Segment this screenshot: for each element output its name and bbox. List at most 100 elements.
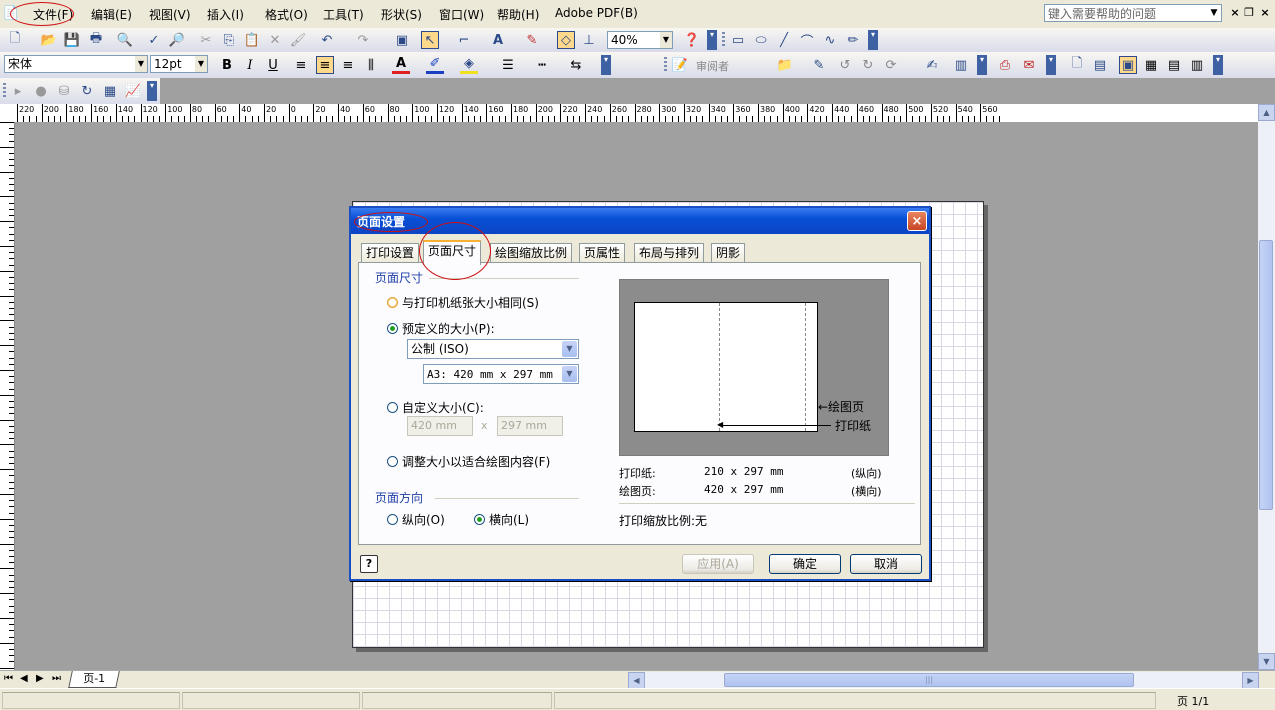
text-tool-icon[interactable]: A (489, 31, 507, 49)
line-weight-icon[interactable]: ☰ (499, 56, 517, 74)
ellipse-tool-icon[interactable]: ⬭ (752, 31, 770, 49)
view-detail-icon[interactable]: ▥ (1188, 56, 1206, 74)
pdf-convert-icon[interactable]: ⎙ (996, 56, 1014, 74)
reviewing-pane-icon[interactable]: 📝 (671, 56, 689, 74)
toolbar-options-icon[interactable]: ▾ (707, 30, 717, 50)
radio-circle[interactable] (387, 456, 398, 467)
research-icon[interactable]: 🔎 (168, 31, 186, 49)
new-icon[interactable]: 🗋 (6, 31, 24, 49)
play-icon[interactable]: ▸ (9, 82, 27, 100)
paste-icon[interactable]: 📋 (243, 31, 261, 49)
task-pane-icon[interactable]: ▥ (952, 56, 970, 74)
toolbar-options-icon[interactable]: ▾ (868, 30, 878, 50)
tab-drawing-scale[interactable]: 绘图缩放比例 (490, 243, 573, 263)
tab-shadows[interactable]: 阴影 (711, 243, 746, 263)
markup-folder-icon[interactable]: 📁 (776, 56, 794, 74)
predefined-standard-select[interactable]: 公制 (ISO) ▼ (407, 339, 579, 359)
radio-custom-size[interactable]: 自定义大小(C): (387, 399, 484, 416)
radio-predefined-size[interactable]: 预定义的大小(P): (387, 320, 495, 337)
chevron-down-icon[interactable]: ▼ (195, 56, 207, 72)
previous-page-icon[interactable]: ◀ (20, 673, 28, 684)
page-icon[interactable]: 🗋 (1068, 56, 1086, 74)
tab-print-setup[interactable]: 打印设置 (361, 243, 420, 263)
predefined-size-select[interactable]: A3: 420 mm x 297 mm ▼ (423, 364, 579, 384)
help-icon[interactable]: ❓ (683, 31, 701, 49)
toolbar-grip[interactable] (3, 83, 6, 99)
refresh-icon[interactable]: ↻ (78, 82, 96, 100)
chevron-down-icon[interactable]: ▼ (562, 341, 577, 357)
open-icon[interactable]: 📂 (40, 31, 58, 49)
scroll-down-icon[interactable]: ▼ (1258, 653, 1275, 670)
undo-icon[interactable]: ↶ (318, 31, 336, 49)
toolbar-grip[interactable] (664, 57, 667, 73)
menu-adobe-pdf[interactable]: Adobe PDF(B) (552, 5, 641, 21)
radio-circle[interactable] (387, 402, 398, 413)
record-icon[interactable]: ● (32, 82, 50, 100)
radio-portrait[interactable]: 纵向(O) (387, 511, 445, 528)
zoom-select[interactable]: 40% ▼ (607, 31, 673, 49)
chevron-down-icon[interactable]: ▼ (562, 366, 577, 382)
redo-icon[interactable]: ↷ (354, 31, 372, 49)
vertical-ruler[interactable] (0, 122, 15, 670)
page-shadow-icon[interactable]: ▤ (1091, 56, 1109, 74)
shapes-icon[interactable]: ▣ (393, 31, 411, 49)
view-normal-icon[interactable]: ▣ (1119, 56, 1137, 74)
vertical-scrollbar[interactable]: ▲ ▼ (1258, 104, 1275, 670)
last-page-icon[interactable]: ⏭ (52, 673, 61, 684)
first-page-icon[interactable]: ⏮ (4, 673, 13, 684)
radio-landscape[interactable]: 横向(L) (474, 511, 529, 528)
print-preview-icon[interactable]: 🔍 (116, 31, 134, 49)
scroll-right-icon[interactable]: ▶ (1242, 672, 1259, 689)
close-doc-icon[interactable]: × (1228, 6, 1242, 20)
line-tool-icon[interactable]: ╱ (775, 31, 793, 49)
tab-page-properties[interactable]: 页属性 (579, 243, 626, 263)
scroll-left-icon[interactable]: ◀ (628, 672, 645, 689)
custom-width-input[interactable]: 420 mm (407, 416, 473, 436)
fill-color-icon[interactable]: ◈ (460, 56, 478, 74)
markup-pen-icon[interactable]: ✎ (810, 56, 828, 74)
next-markup-icon[interactable]: ↻ (859, 56, 877, 74)
menu-help[interactable]: 帮助(H) (494, 5, 542, 24)
delete-icon[interactable]: ✕ (266, 31, 284, 49)
apply-button[interactable]: 应用(A) (682, 554, 754, 574)
underline-button[interactable]: U (264, 56, 282, 74)
view-list-icon[interactable]: ▤ (1165, 56, 1183, 74)
pointer-tool-icon[interactable]: ↖ (421, 31, 439, 49)
font-color-icon[interactable]: A (392, 56, 410, 74)
pencil-tool-icon[interactable]: ✏ (844, 31, 862, 49)
italic-button[interactable]: I (241, 56, 259, 74)
scroll-up-icon[interactable]: ▲ (1258, 104, 1275, 121)
format-painter-icon[interactable]: 🖌 (289, 31, 307, 49)
copy-icon[interactable]: ⎘ (220, 31, 238, 49)
bold-button[interactable]: B (218, 56, 236, 74)
menu-shape[interactable]: 形状(S) (378, 5, 425, 24)
freeform-tool-icon[interactable]: ∿ (821, 31, 839, 49)
accept-markup-icon[interactable]: ⟳ (882, 56, 900, 74)
line-ends-icon[interactable]: ⇆ (567, 56, 585, 74)
horizontal-ruler[interactable]: 220 200 180 160 140 120 100 80 60 40 20 0 20 40 60 80 10… (0, 104, 1275, 123)
line-color-icon[interactable]: ✎ (523, 31, 541, 49)
cut-icon[interactable]: ✂ (197, 31, 215, 49)
toolbar-options-icon[interactable]: ▾ (1213, 55, 1223, 75)
connector-tool-icon[interactable]: ⌐ (455, 31, 473, 49)
save-icon[interactable]: 💾 (63, 31, 81, 49)
custom-height-input[interactable]: 297 mm (497, 416, 563, 436)
print-icon[interactable]: 🖶 (87, 31, 105, 49)
toolbar-options-icon[interactable]: ▾ (977, 55, 987, 75)
text-direction-icon[interactable]: ⫼ (362, 56, 380, 74)
pdf-email-icon[interactable]: ✉ (1020, 56, 1038, 74)
cancel-button[interactable]: 取消 (850, 554, 922, 574)
radio-circle[interactable] (387, 514, 398, 525)
radio-same-as-printer[interactable]: 与打印机纸张大小相同(S) (387, 294, 539, 311)
help-question-input[interactable]: 键入需要帮助的问题 ▼ (1044, 4, 1222, 22)
align-center-icon[interactable]: ≡ (316, 56, 334, 74)
toolbar-grip[interactable] (722, 32, 725, 48)
next-page-icon[interactable]: ▶ (36, 673, 44, 684)
chart-icon[interactable]: 📈 (124, 82, 142, 100)
radio-fit-to-drawing[interactable]: 调整大小以适合绘图内容(F) (387, 453, 550, 470)
menu-view[interactable]: 视图(V) (146, 5, 194, 24)
table-icon[interactable]: ▦ (101, 82, 119, 100)
connection-point-icon[interactable]: ◇ (557, 31, 575, 49)
reviewer-label[interactable]: 审阅者 (696, 58, 729, 74)
menu-window[interactable]: 窗口(W) (436, 5, 487, 24)
